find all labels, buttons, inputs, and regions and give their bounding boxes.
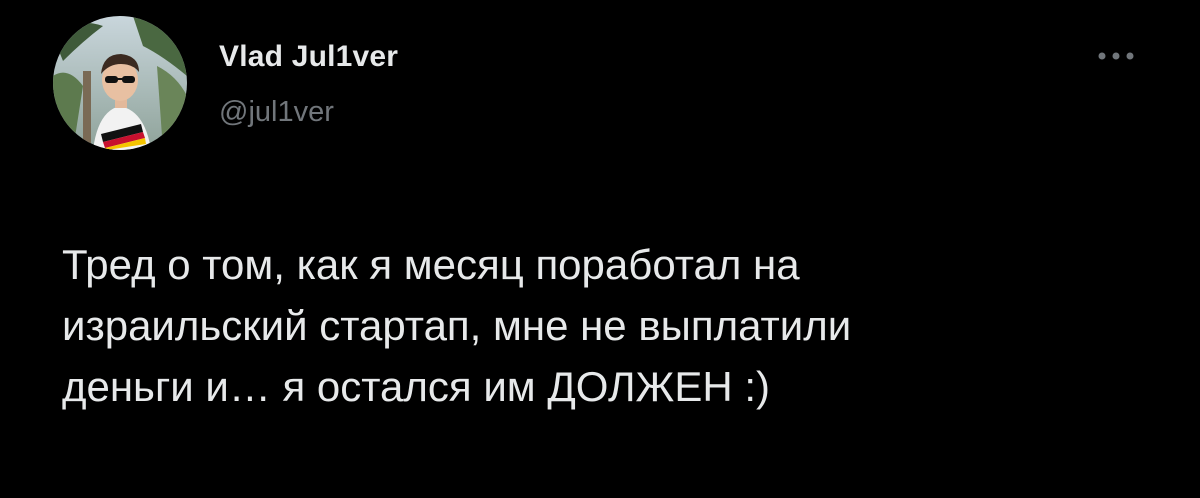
more-options-button[interactable]	[1088, 42, 1144, 70]
user-handle[interactable]: @jul1ver	[219, 96, 334, 129]
profile-photo-icon	[53, 16, 187, 150]
tweet-text: Тред о том, как я месяц поработал на изр…	[62, 241, 852, 410]
more-horizontal-icon	[1098, 52, 1134, 60]
avatar[interactable]	[53, 16, 187, 150]
display-name[interactable]: Vlad Jul1ver	[219, 40, 398, 74]
tweet-card: Vlad Jul1ver @jul1ver Тред о том, как я …	[0, 0, 1200, 498]
